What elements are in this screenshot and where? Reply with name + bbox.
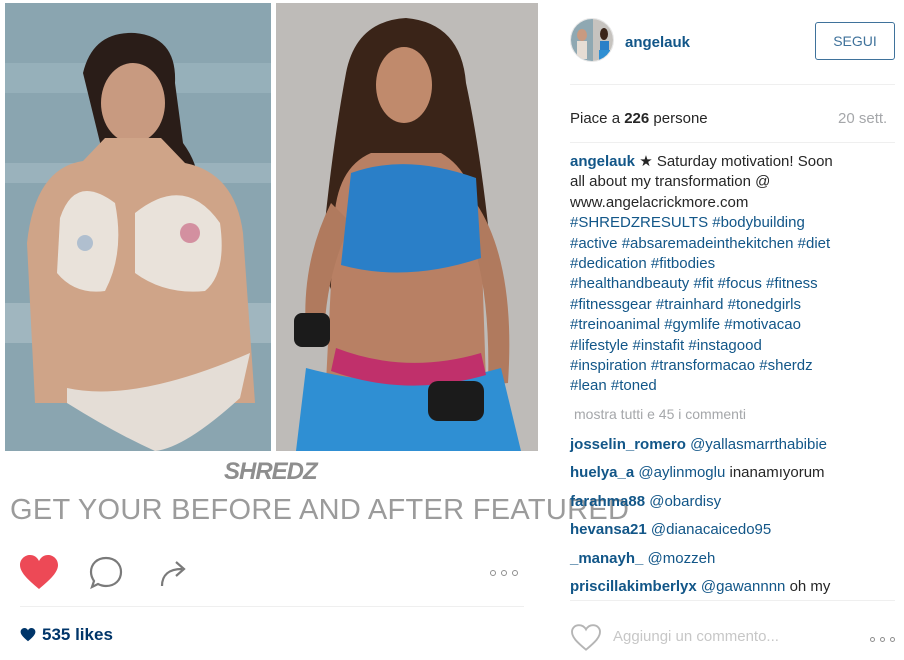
like-button[interactable] (18, 553, 60, 593)
post-caption: angelauk ★ Saturday motivation! Soon all… (570, 152, 892, 397)
comment-item: josselin_romero @yallasmarrthabibie (570, 434, 892, 462)
show-all-comments-link[interactable]: mostra tutti e 45 i commenti (574, 406, 746, 422)
caption-hashtags[interactable]: #SHREDZRESULTS #bodybuilding (570, 213, 892, 233)
comment-author[interactable]: _manayh_ (570, 550, 643, 567)
likes-summary[interactable]: Piace a 226 persone (570, 110, 708, 127)
post-author-username[interactable]: angelauk (625, 34, 690, 51)
more-options-button[interactable] (865, 624, 899, 654)
caption-hashtags[interactable]: #active #absaremadeinthekitchen #diet (570, 234, 892, 254)
after-photo (276, 3, 538, 451)
before-photo (5, 3, 271, 451)
caption-hashtags[interactable]: #treinoanimal #gymlife #motivacao (570, 315, 892, 335)
small-heart-icon (20, 628, 36, 642)
comment-item: hevansa21 @dianacaicedo95 (570, 519, 892, 547)
comment-list: josselin_romero @yallasmarrthabibie huel… (570, 434, 892, 604)
divider (570, 142, 895, 143)
caption-line: www.angelacrickmore.com (570, 193, 749, 211)
comment-input[interactable] (613, 628, 843, 645)
comment-mention[interactable]: @gawannnn (701, 578, 785, 595)
divider (570, 600, 895, 601)
shredz-logo: SHREDZ (224, 458, 318, 485)
post-sidebar: angelauk SEGUI Piace a 226 persone 20 se… (545, 0, 904, 660)
share-arrow-icon (160, 561, 186, 587)
comment-author[interactable]: hevansa21 (570, 521, 647, 538)
avatar-image (571, 19, 613, 61)
before-photo-illustration (5, 3, 271, 451)
post-media-column: SHREDZ GET YOUR BEFORE AND AFTER FEATURE… (0, 0, 629, 660)
likes-count[interactable]: 535 likes (20, 625, 113, 645)
comment-item: farahma88 @obardisy (570, 491, 892, 519)
comment-item: _manayh_ @mozzeh (570, 548, 892, 576)
comment-author[interactable]: huelya_a (570, 464, 634, 481)
caption-hashtags[interactable]: #healthandbeauty #fit #focus #fitness (570, 274, 892, 294)
comment-text: oh my (789, 577, 831, 595)
comment-mention[interactable]: @mozzeh (648, 550, 716, 567)
heart-filled-icon (20, 555, 58, 589)
avatar[interactable] (570, 18, 614, 62)
comment-mention[interactable]: @aylinmoglu (638, 464, 725, 481)
caption-hashtags[interactable]: #lean #toned (570, 376, 892, 396)
caption-hashtags[interactable]: #inspiration #transformacao #sherdz (570, 356, 892, 376)
follow-button[interactable]: SEGUI (815, 22, 895, 60)
caption-line: all about my transformation @ (570, 173, 771, 191)
comment-bubble-icon (89, 556, 123, 590)
comment-mention[interactable]: @dianacaicedo95 (651, 521, 771, 538)
comment-author[interactable]: farahma88 (570, 493, 645, 510)
comment-item: huelya_a @aylinmoglu inanamıyorum (570, 462, 892, 490)
after-photo-illustration (276, 3, 538, 451)
more-options-icon (869, 636, 895, 642)
heart-outline-icon (571, 624, 601, 651)
likes-label: 535 likes (42, 625, 113, 644)
comment-text: inanamıyorum (729, 464, 825, 482)
caption-line: angelauk ★ Saturday motivation! Soon (570, 153, 833, 170)
caption-hashtags[interactable]: #dedication #fitbodies (570, 254, 892, 274)
caption-author[interactable]: angelauk (570, 153, 635, 170)
comment-button[interactable] (86, 553, 126, 593)
comment-author[interactable]: josselin_romero (570, 436, 686, 453)
share-button[interactable] (154, 553, 192, 593)
comment-author[interactable]: priscillakimberlyx (570, 578, 697, 595)
more-options-icon (490, 570, 518, 576)
comment-mention[interactable]: @yallasmarrthabibie (690, 436, 827, 453)
featured-banner-text: GET YOUR BEFORE AND AFTER FEATURED (10, 494, 630, 526)
divider (570, 84, 895, 85)
post-date: 20 sett. (838, 110, 888, 127)
caption-hashtags[interactable]: #lifestyle #instafit #instagood (570, 336, 892, 356)
more-options-button[interactable] (484, 553, 524, 593)
divider (20, 606, 524, 607)
comment-mention[interactable]: @obardisy (649, 493, 721, 510)
caption-hashtags[interactable]: #fitnessgear #trainhard #tonedgirls (570, 295, 892, 315)
like-toggle[interactable] (570, 624, 602, 654)
